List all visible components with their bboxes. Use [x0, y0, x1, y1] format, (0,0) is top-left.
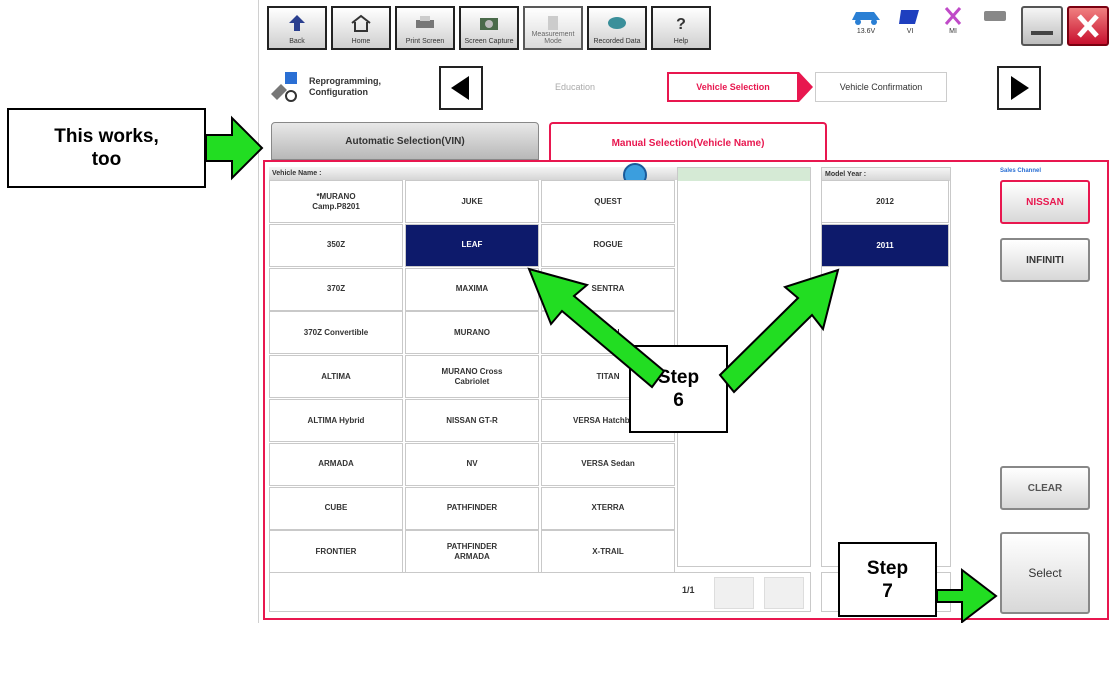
vehicle-cell[interactable]: NISSAN GT-R [405, 399, 539, 442]
tab-automatic-selection[interactable]: Automatic Selection(VIN) [271, 122, 539, 160]
help-label: Help [673, 38, 689, 45]
right-arrow-icon [1011, 76, 1029, 100]
vi-device-icon [899, 10, 919, 24]
close-button[interactable] [1067, 6, 1109, 46]
vehicle-cell[interactable]: MURANO Cross Cabriolet [405, 355, 539, 399]
model-year-item[interactable]: 2011 [821, 224, 949, 267]
sales-channel-header: Sales Channel [1000, 168, 1042, 174]
vehicle-cell[interactable]: XTERRA [541, 486, 675, 530]
vehicle-subpanel-header [678, 168, 810, 181]
help-icon: ? [676, 16, 686, 32]
clear-button[interactable]: CLEAR [1000, 466, 1090, 510]
extra-device-status [975, 6, 1015, 46]
vehicle-cell[interactable]: 370Z Convertible [269, 311, 403, 355]
step-pointer-icon [799, 72, 813, 102]
page-down-button[interactable] [764, 577, 804, 609]
recorded-data-button[interactable]: Recorded Data [587, 6, 647, 50]
vehicle-cell[interactable]: 370Z [269, 267, 403, 311]
recorded-data-label: Recorded Data [593, 38, 641, 45]
vehicle-cell[interactable]: VERSA Sedan [541, 442, 675, 486]
battery-status: 13.6V [846, 6, 886, 46]
next-step-button[interactable] [997, 66, 1041, 110]
vehicle-cell[interactable]: FRONTIER [269, 530, 403, 574]
printer-icon [416, 16, 434, 28]
device-icon [984, 11, 1006, 21]
tab-manual-selection[interactable]: Manual Selection(Vehicle Name) [549, 122, 827, 162]
home-label: Home [351, 38, 371, 45]
vi-status: VI [890, 6, 930, 46]
callout-this-works: This works, too [7, 108, 206, 188]
vehicle-cell[interactable]: QUEST [541, 180, 675, 223]
car-icon [852, 12, 880, 25]
step-education: Education [554, 82, 596, 92]
vehicle-cell[interactable]: SENTRA [541, 267, 675, 311]
recorded-data-icon [608, 17, 626, 29]
vehicle-cell[interactable]: ARMADA [269, 442, 403, 486]
page-up-button[interactable] [714, 577, 754, 609]
close-icon [1077, 14, 1099, 38]
vehicle-cell[interactable]: CUBE [269, 486, 403, 530]
minimize-button[interactable] [1021, 6, 1063, 46]
camera-icon [480, 18, 498, 30]
previous-step-button[interactable] [439, 66, 483, 110]
nissan-button[interactable]: NISSAN [1000, 180, 1090, 224]
screen-capture-button[interactable]: Screen Capture [459, 6, 519, 50]
vi-label: VI [906, 28, 914, 35]
vehicle-pager: 1/1 [269, 572, 811, 612]
mi-status: MI [933, 6, 973, 46]
vehicle-cell[interactable]: LEAF [405, 223, 539, 267]
svg-text:?: ? [676, 16, 686, 32]
print-screen-button[interactable]: Print Screen [395, 6, 455, 50]
minimize-icon [1031, 31, 1053, 35]
model-year-item[interactable]: 2012 [821, 180, 949, 223]
vehicle-cell[interactable]: X-TRAIL [541, 530, 675, 574]
page-indicator: 1/1 [682, 585, 695, 595]
battery-voltage: 13.6V [856, 28, 876, 35]
vehicle-cell[interactable]: NV [405, 442, 539, 486]
reprogramming-icon [271, 72, 297, 102]
vehicle-cell[interactable]: PATHFINDER ARMADA [405, 530, 539, 574]
back-arrow-icon [289, 15, 305, 31]
home-icon [351, 14, 371, 32]
screen-capture-label: Screen Capture [464, 38, 514, 45]
arrow-to-automatic-tab [205, 115, 264, 181]
measurement-mode-button[interactable]: Measurement Mode [523, 6, 583, 50]
back-label: Back [289, 38, 305, 45]
disconnected-x-icon [944, 7, 962, 25]
vehicle-name-header: Vehicle Name : [269, 167, 677, 180]
left-arrow-icon [451, 76, 469, 100]
callout-step-7: Step 7 [838, 542, 937, 617]
select-button[interactable]: Select [1000, 532, 1090, 614]
vehicle-cell[interactable]: ALTIMA Hybrid [269, 399, 403, 442]
step-vehicle-selection: Vehicle Selection [667, 72, 799, 102]
meter-icon [548, 16, 558, 30]
measurement-mode-label: Measurement Mode [531, 31, 575, 45]
step-vehicle-confirmation: Vehicle Confirmation [815, 72, 947, 102]
mi-label: MI [949, 28, 957, 35]
print-screen-label: Print Screen [405, 38, 445, 45]
vehicle-cell[interactable]: JUKE [405, 180, 539, 223]
vehicle-cell[interactable]: ROGUE [541, 223, 675, 267]
home-button[interactable]: Home [331, 6, 391, 50]
callout-step-6: Step 6 [629, 345, 728, 433]
infiniti-button[interactable]: INFINITI [1000, 238, 1090, 282]
vehicle-cell[interactable]: *MURANO Camp.P8201 [269, 180, 403, 223]
vehicle-cell[interactable]: 350Z [269, 223, 403, 267]
section-title: Reprogramming, Configuration [309, 76, 382, 97]
vehicle-cell[interactable]: MURANO [405, 311, 539, 355]
vehicle-cell[interactable]: PATHFINDER [405, 486, 539, 530]
consult-screen: Back Home Print Screen Screen Capture Me… [258, 0, 1115, 623]
back-button[interactable]: Back [267, 6, 327, 50]
vehicle-cell[interactable]: ALTIMA [269, 355, 403, 399]
help-button[interactable]: ? Help [651, 6, 711, 50]
vehicle-cell[interactable]: MAXIMA [405, 267, 539, 311]
